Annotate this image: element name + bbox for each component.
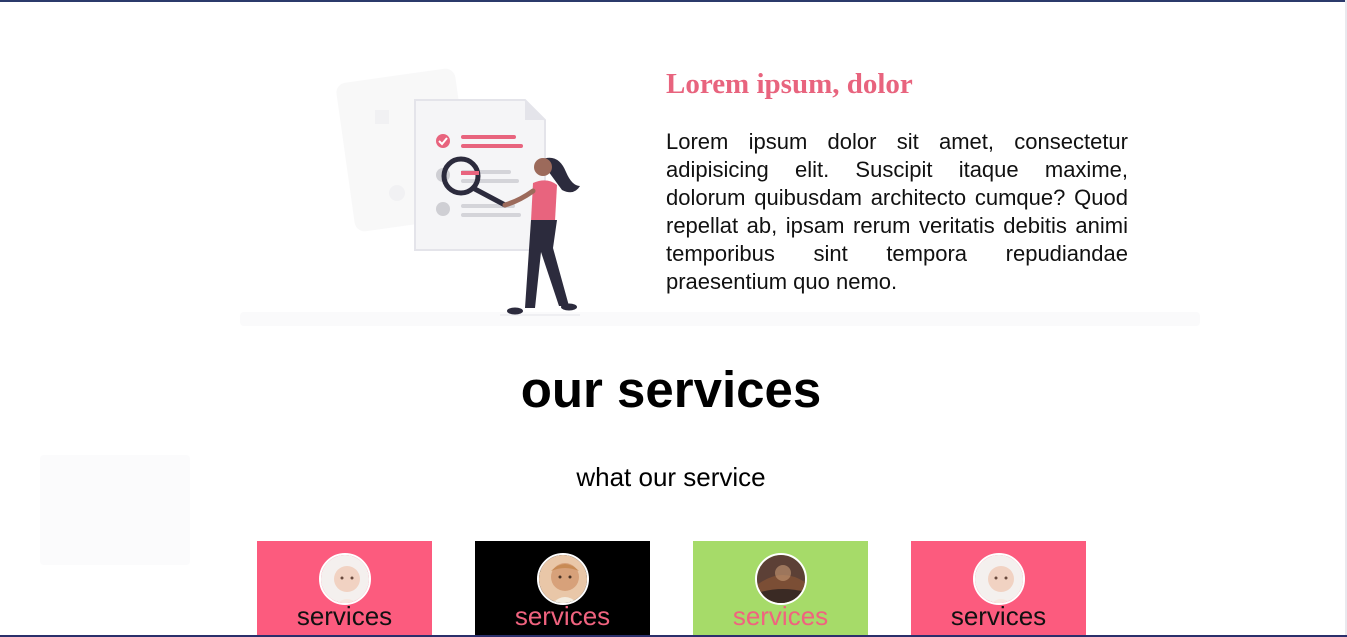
service-card-label: services: [296, 601, 393, 631]
about-title: Lorem ipsum, dolor: [666, 68, 913, 100]
service-card-label: services: [732, 601, 829, 631]
service-card-label: services: [950, 601, 1047, 631]
services-subtitle: what our service: [576, 462, 766, 492]
top-border: [0, 0, 1347, 2]
services-title: our services: [520, 361, 822, 418]
service-card[interactable]: services: [475, 541, 650, 637]
toddler-avatar: [537, 553, 589, 605]
baby-avatar: [973, 553, 1025, 605]
baby-avatar: [319, 553, 371, 605]
service-card[interactable]: services: [257, 541, 432, 637]
search-document-illustration: [336, 68, 580, 316]
service-card[interactable]: services: [911, 541, 1086, 637]
about-text: Lorem ipsum dolor sit amet, consectetur …: [666, 129, 1128, 294]
service-card[interactable]: services: [693, 541, 868, 637]
landscape-avatar: [755, 553, 807, 605]
service-card-label: services: [514, 601, 611, 631]
